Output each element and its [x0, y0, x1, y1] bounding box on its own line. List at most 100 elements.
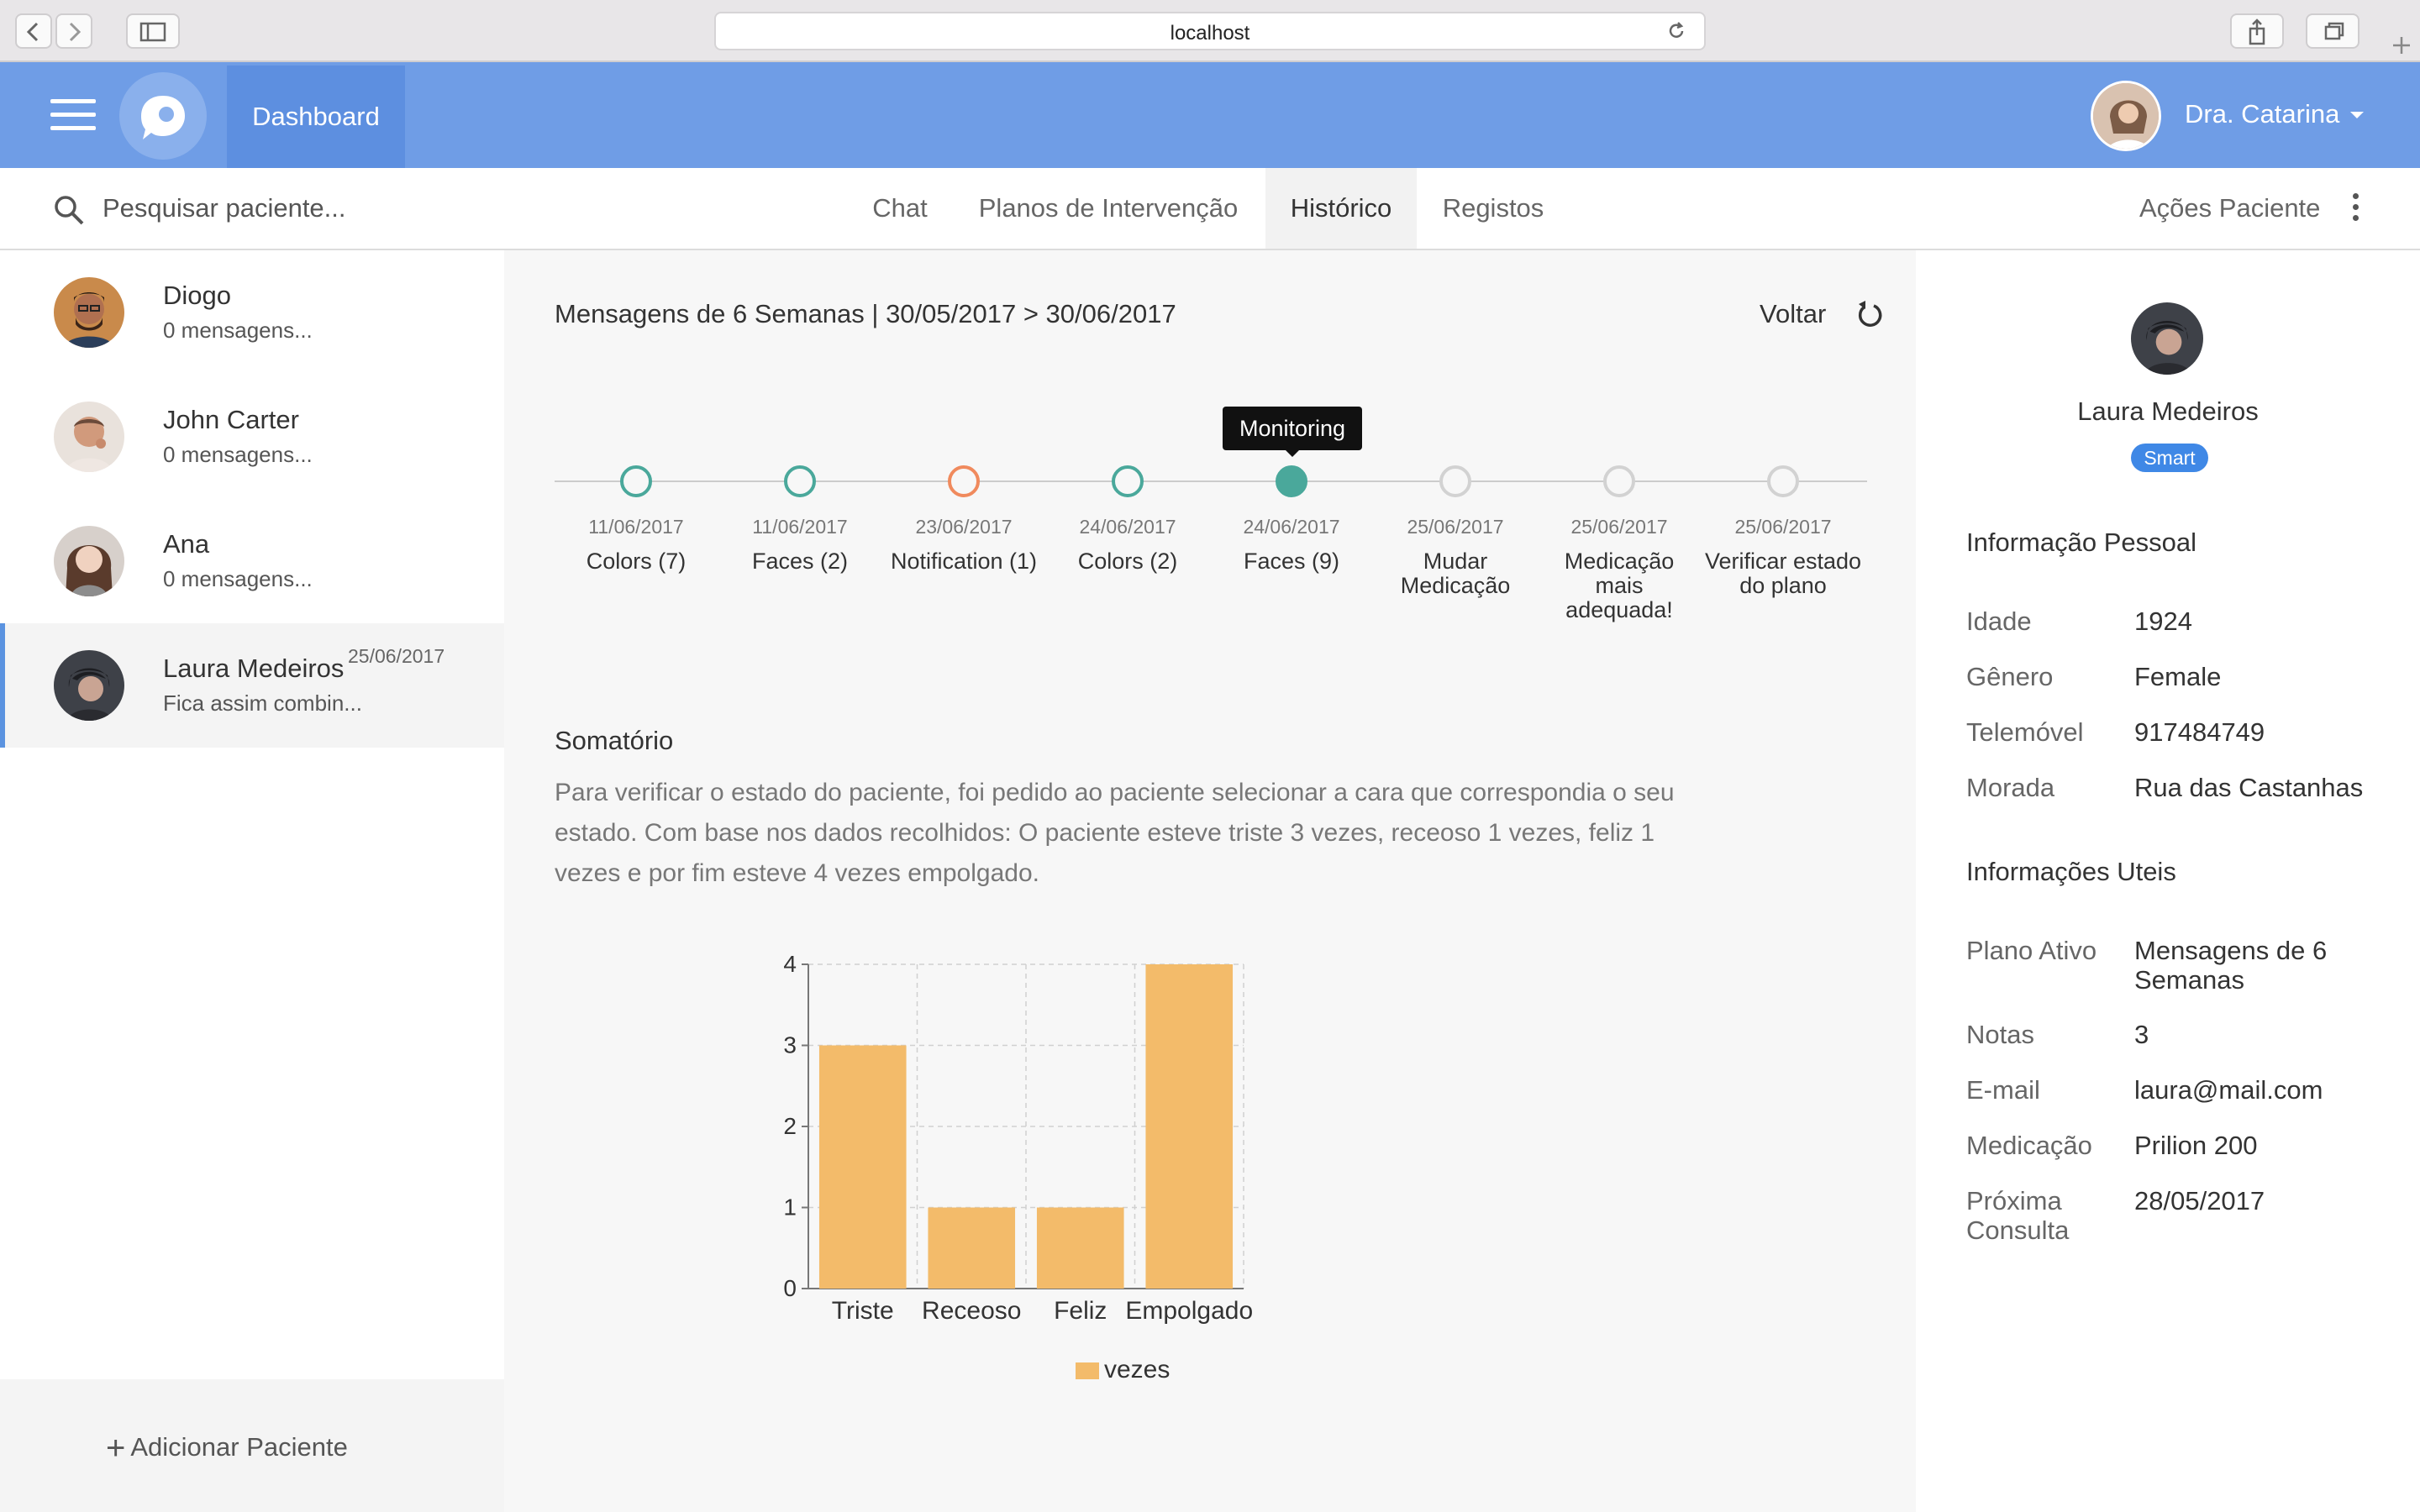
- useful-info-heading: Informações Uteis: [1966, 857, 2176, 886]
- timeline-date: 11/06/2017: [752, 516, 848, 538]
- sidebar-footer: + Adicionar Paciente: [0, 1379, 504, 1512]
- info-value: 28/05/2017: [2134, 1186, 2265, 1215]
- timeline-label: Faces (9): [1243, 549, 1340, 574]
- timeline-label: Faces (2): [751, 549, 849, 574]
- timeline-dot[interactable]: [1112, 465, 1144, 497]
- patient-last-message: 0 mensagens...: [163, 566, 313, 591]
- profile-avatar: [2131, 302, 2203, 375]
- timeline-label: Notification (1): [890, 549, 1038, 574]
- timeline-date: 24/06/2017: [1243, 516, 1340, 538]
- legend-swatch: [1076, 1362, 1099, 1379]
- sidebar-toggle-icon[interactable]: [126, 13, 180, 49]
- dashboard-tab[interactable]: Dashboard: [227, 66, 405, 168]
- user-avatar[interactable]: [2091, 81, 2161, 151]
- timeline-dot[interactable]: [1767, 465, 1799, 497]
- timeline-date: 25/06/2017: [1734, 516, 1832, 538]
- back-button[interactable]: [15, 13, 52, 49]
- x-tick-label: Empolgado: [1125, 1297, 1253, 1325]
- info-label: Plano Ativo: [1966, 936, 2097, 965]
- patient-name: Ana: [163, 529, 210, 559]
- share-icon[interactable]: [2230, 13, 2284, 49]
- patient-name: John Carter: [163, 405, 299, 434]
- y-tick-label: 3: [783, 1032, 797, 1058]
- app-logo[interactable]: [119, 72, 207, 160]
- timeline-label: Verificar estado do plano: [1704, 549, 1862, 598]
- bar-triste: [818, 1045, 907, 1289]
- bar-empolgado: [1145, 964, 1234, 1289]
- info-label: Notas: [1966, 1020, 2034, 1049]
- new-tab-icon[interactable]: [2385, 29, 2418, 62]
- patient-last-date: 25/06/2017: [348, 645, 445, 667]
- search-icon: [55, 196, 84, 225]
- timeline-line: [555, 480, 1867, 482]
- patient-avatar: [54, 277, 124, 348]
- profile-name: Laura Medeiros: [2077, 396, 2259, 426]
- info-value: Female: [2134, 662, 2222, 691]
- timeline-date: 25/06/2017: [1407, 516, 1504, 538]
- add-patient-button[interactable]: + Adicionar Paciente: [106, 1430, 348, 1467]
- x-tick-label: Feliz: [1054, 1297, 1107, 1325]
- patient-list: Diogo 0 mensagens... John Carter 0 mensa…: [0, 250, 504, 1379]
- tab-historico[interactable]: Histórico: [1265, 168, 1417, 249]
- search-input[interactable]: [103, 192, 523, 225]
- main-content: Mensagens de 6 Semanas | 30/05/2017 > 30…: [504, 250, 1916, 1512]
- history-timeline: 11/06/2017 Colors (7) 11/06/2017 Faces (…: [555, 418, 1867, 670]
- info-value: Prilion 200: [2134, 1131, 2258, 1160]
- y-tick-label: 4: [783, 951, 797, 977]
- timeline-date: 25/06/2017: [1570, 516, 1668, 538]
- info-label: Próxima Consulta: [1966, 1186, 2070, 1245]
- bar-chart: 0 1 2 3 4 Triste Receoso Feliz Empolgado: [783, 951, 1253, 1325]
- patient-item-ana[interactable]: Ana 0 mensagens...: [0, 499, 504, 623]
- more-options-icon[interactable]: [2353, 193, 2361, 225]
- undo-icon[interactable]: [1852, 297, 1886, 331]
- timeline-dot[interactable]: [784, 465, 816, 497]
- add-patient-label: Adicionar Paciente: [130, 1432, 348, 1462]
- timeline-date: 11/06/2017: [588, 516, 684, 538]
- timeline-dot[interactable]: [620, 465, 652, 497]
- patient-last-message: Fica assim combin...: [163, 690, 362, 716]
- app-header: Dashboard Dra. Catarina: [0, 62, 2420, 168]
- timeline-dot[interactable]: [948, 465, 980, 497]
- patient-item-diogo[interactable]: Diogo 0 mensagens...: [0, 250, 504, 375]
- info-label: Medicação: [1966, 1131, 2092, 1160]
- summary-text: Para verificar o estado do paciente, foi…: [555, 779, 1675, 887]
- forward-button[interactable]: [55, 13, 92, 49]
- timeline-tooltip: Monitoring: [1223, 407, 1362, 457]
- y-tick-label: 2: [783, 1113, 797, 1139]
- patient-profile-panel: Laura Medeiros Smart Informação Pessoal …: [1916, 250, 2420, 1512]
- chevron-down-icon[interactable]: [2350, 112, 2364, 118]
- url-text: localhost: [1170, 22, 1250, 45]
- patient-avatar: [54, 650, 124, 721]
- patient-actions-button[interactable]: Ações Paciente: [2139, 193, 2320, 223]
- user-name[interactable]: Dra. Catarina: [2185, 99, 2339, 129]
- tab-chat[interactable]: Chat: [852, 168, 948, 249]
- patient-avatar: [54, 526, 124, 596]
- timeline-dot[interactable]: [1276, 465, 1307, 497]
- info-value: Mensagens de 6 Semanas: [2134, 936, 2328, 995]
- x-tick-label: Receoso: [922, 1297, 1021, 1325]
- x-tick-label: Triste: [832, 1297, 894, 1325]
- info-value: 917484749: [2134, 717, 2265, 747]
- patient-item-laura-medeiros[interactable]: Laura Medeiros 25/06/2017 Fica assim com…: [0, 623, 504, 748]
- patient-avatar: [54, 402, 124, 472]
- timeline-dot[interactable]: [1439, 465, 1471, 497]
- tab-registos[interactable]: Registos: [1430, 168, 1556, 249]
- info-label: Morada: [1966, 773, 2055, 802]
- info-value: laura@mail.com: [2134, 1075, 2323, 1105]
- timeline-date: 24/06/2017: [1079, 516, 1176, 538]
- back-link[interactable]: Voltar: [1760, 299, 1826, 329]
- timeline-dot[interactable]: [1603, 465, 1635, 497]
- tab-planos-intervencao[interactable]: Planos de Intervenção: [961, 168, 1255, 249]
- bar-receoso: [928, 1207, 1016, 1289]
- patient-name: Diogo: [163, 281, 231, 310]
- hamburger-menu-icon[interactable]: [50, 99, 96, 131]
- info-label: E-mail: [1966, 1075, 2040, 1105]
- address-bar[interactable]: localhost: [714, 12, 1706, 50]
- reload-icon[interactable]: [1664, 18, 1689, 44]
- timeline-label: Colors (7): [586, 549, 687, 574]
- tabs-overview-icon[interactable]: [2306, 13, 2360, 49]
- patient-item-john-carter[interactable]: John Carter 0 mensagens...: [0, 375, 504, 499]
- summary-title: Somatório: [555, 726, 674, 755]
- plan-badge: Smart: [2131, 444, 2208, 472]
- y-tick-label: 1: [783, 1194, 797, 1221]
